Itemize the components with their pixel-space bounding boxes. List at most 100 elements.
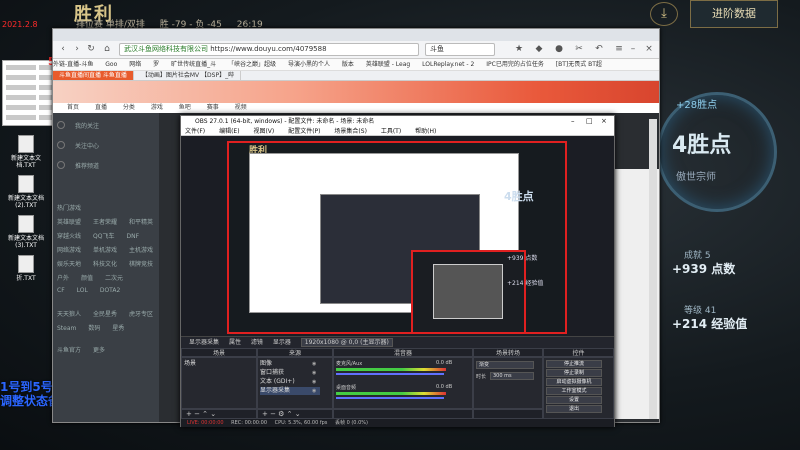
bookmark[interactable]: 旷世传统直播_斗 bbox=[171, 61, 216, 68]
browser-titlebar[interactable] bbox=[53, 29, 659, 41]
volume-slider[interactable] bbox=[336, 373, 444, 375]
mixer-row-mic[interactable]: 麦克风/Aux 0.0 dB bbox=[336, 360, 464, 380]
menu-help[interactable]: 帮助(H) bbox=[415, 128, 436, 135]
tab-bilibili[interactable]: 【动画】图片社会MV 【DSP】_哔 bbox=[136, 71, 242, 80]
nav-item[interactable]: 直播 bbox=[95, 104, 107, 111]
scenes-footer[interactable]: + − ⌃ ⌄ bbox=[181, 409, 257, 419]
tab-douyu[interactable]: 斗鱼直播间直播 斗鱼直播 bbox=[53, 71, 134, 80]
transitions-panel: 渐变 时长 300 ms bbox=[473, 357, 543, 409]
level-value: +214 经验值 bbox=[672, 317, 748, 331]
virtual-camera-button[interactable]: 启动虚拟摄像机 bbox=[546, 378, 602, 386]
transition-select[interactable]: 渐变 bbox=[476, 361, 534, 369]
menu-tools[interactable]: 工具(T) bbox=[381, 128, 401, 135]
overlay-date: 2021.2.8 bbox=[2, 20, 38, 29]
filters-button[interactable]: 滤镜 bbox=[251, 339, 263, 346]
minimize-icon[interactable]: – bbox=[627, 43, 639, 55]
bookmark[interactable]: 「峡谷之巅」超级 bbox=[228, 61, 276, 68]
mixer-footer bbox=[333, 409, 473, 419]
nested-points: 4胜点 bbox=[504, 190, 534, 203]
source-item[interactable]: 文本 (GDI+) ◉ bbox=[260, 378, 320, 386]
sidebar-item[interactable]: 热门游戏 bbox=[57, 203, 93, 212]
menu-view[interactable]: 视图(V) bbox=[253, 128, 274, 135]
sidebar-item[interactable]: 天天狼人 全民星秀 虎牙专区 bbox=[57, 309, 165, 318]
reload-icon[interactable]: ↻ bbox=[85, 43, 97, 55]
properties-button[interactable]: 属性 bbox=[229, 339, 241, 346]
scrollbar[interactable] bbox=[649, 119, 657, 419]
home-icon[interactable]: ⌂ bbox=[101, 43, 113, 55]
exit-button[interactable]: 退出 bbox=[546, 405, 602, 413]
search-box[interactable]: 斗鱼 bbox=[425, 43, 495, 56]
scene-item[interactable]: 场景 bbox=[184, 360, 244, 368]
menu-profile[interactable]: 配置文件(P) bbox=[288, 128, 320, 135]
bookmark[interactable]: LOLReplay.net - 2 bbox=[422, 61, 474, 68]
bookmark[interactable]: 外链-直播-斗鱼 bbox=[53, 61, 93, 68]
preview-source-frame[interactable]: 胜利 4胜点 +939 点数 +214 经验值 bbox=[227, 141, 567, 334]
nav-item[interactable]: 视频 bbox=[235, 104, 247, 111]
close-icon[interactable]: × bbox=[601, 116, 607, 127]
nav-item[interactable]: 赛事 bbox=[207, 104, 219, 111]
source-item[interactable]: 显示器采集 ◉ bbox=[260, 387, 320, 395]
close-icon[interactable]: × bbox=[643, 43, 655, 55]
sidebar-item[interactable]: CF LOL DOTA2 bbox=[57, 287, 132, 294]
stop-recording-button[interactable]: 停止录制 bbox=[546, 369, 602, 377]
sidebar-item[interactable]: 斗鱼官方 更多 bbox=[57, 345, 117, 354]
menu-file[interactable]: 文件(F) bbox=[185, 128, 205, 135]
menu-icon[interactable]: ≡ bbox=[613, 43, 625, 55]
obs-menubar: 文件(F) 编辑(E) 视图(V) 配置文件(P) 场景集合(S) 工具(T) … bbox=[181, 127, 614, 136]
display-select[interactable]: 1920x1080 @ 0,0 (主显示器) bbox=[300, 338, 393, 347]
bookmark[interactable]: 英雄联盟 - Leag bbox=[366, 61, 410, 68]
menu-scene-collection[interactable]: 场景集合(S) bbox=[334, 128, 367, 135]
duration-input[interactable]: 300 ms bbox=[490, 372, 534, 380]
source-item[interactable]: 窗口捕获 ◉ bbox=[260, 369, 320, 377]
desktop-file-icon[interactable]: 新建文本文档.TXT bbox=[4, 135, 48, 169]
nested-browser bbox=[249, 153, 526, 332]
bookmark[interactable]: 网络 bbox=[129, 61, 141, 68]
minimize-icon[interactable]: – bbox=[571, 116, 575, 127]
nav-item[interactable]: 首页 bbox=[67, 104, 79, 111]
desktop-file-icon[interactable]: 新建文本文档(3).TXT bbox=[4, 215, 48, 249]
obs-window[interactable]: OBS 27.0.1 (64-bit, windows) - 配置文件: 未命名… bbox=[180, 115, 615, 427]
desktop-file-icon[interactable]: 新建文本文档(2).TXT bbox=[4, 175, 48, 209]
bookmark[interactable]: IPC已用完的占位任务 bbox=[486, 61, 544, 68]
bookmark[interactable]: 罗 bbox=[153, 61, 159, 68]
settings-button[interactable]: 设置 bbox=[546, 396, 602, 404]
nav-item[interactable]: 游戏 bbox=[151, 104, 163, 111]
obs-titlebar[interactable]: OBS 27.0.1 (64-bit, windows) - 配置文件: 未命名… bbox=[181, 116, 614, 127]
mixer-row-desktop[interactable]: 桌面音频 0.0 dB bbox=[336, 384, 464, 404]
extension-icon[interactable]: ✂ bbox=[573, 43, 585, 55]
forward-icon[interactable]: › bbox=[71, 43, 83, 55]
advanced-stats-button[interactable]: 进阶数据 bbox=[690, 0, 778, 28]
stop-streaming-button[interactable]: 停止推流 bbox=[546, 360, 602, 368]
bookmark[interactable]: 版本 bbox=[342, 61, 354, 68]
volume-slider[interactable] bbox=[336, 397, 444, 399]
sidebar-item[interactable]: Steam 数码 星秀 bbox=[57, 323, 136, 332]
back-icon[interactable]: ‹ bbox=[57, 43, 69, 55]
obs-preview[interactable]: 胜利 4胜点 +939 点数 +214 经验值 bbox=[181, 136, 614, 336]
undo-icon[interactable]: ↶ bbox=[593, 43, 605, 55]
address-bar[interactable]: 武汉斗鱼网络科技有限公司 https://www.douyu.com/40795… bbox=[119, 43, 419, 56]
bookmark[interactable]: Goo bbox=[105, 61, 117, 68]
sources-footer[interactable]: + − ⚙ ⌃ ⌄ bbox=[257, 409, 333, 419]
sidebar-item[interactable]: 英雄联盟 王者荣耀 和平精英 bbox=[57, 217, 165, 226]
sidebar-item[interactable]: 我的关注 bbox=[75, 121, 111, 130]
extension-icon[interactable]: ★ bbox=[513, 43, 525, 55]
extension-icon[interactable]: ◆ bbox=[533, 43, 545, 55]
sidebar-item[interactable]: 网络游戏 单机游戏 主机游戏 bbox=[57, 245, 165, 254]
desktop-file-icon[interactable]: 折.TXT bbox=[4, 255, 48, 282]
sidebar-item[interactable]: 娱乐天地 科技文化 棋牌竞技 bbox=[57, 259, 165, 268]
sidebar-item[interactable]: 户外 颜值 二次元 bbox=[57, 273, 135, 282]
bookmark[interactable]: [BT]无畏式 BT超 bbox=[556, 61, 602, 68]
download-icon[interactable]: ⤓ bbox=[650, 2, 678, 26]
nav-item[interactable]: 分类 bbox=[123, 104, 135, 111]
menu-edit[interactable]: 编辑(E) bbox=[219, 128, 239, 135]
nav-item[interactable]: 鱼吧 bbox=[179, 104, 191, 111]
bookmark[interactable]: 导演小黑的个人 bbox=[288, 61, 330, 68]
maximize-icon[interactable]: □ bbox=[586, 116, 593, 127]
sidebar-item[interactable]: 穿越火线 QQ飞车 DNF bbox=[57, 231, 151, 240]
studio-mode-button[interactable]: 工作室模式 bbox=[546, 387, 602, 395]
sidebar-item[interactable]: 推荐频道 bbox=[75, 161, 111, 170]
douyu-sidebar: 我的关注 关注中心 推荐频道 热门游戏 英雄联盟 王者荣耀 和平精英 穿越火线 QQ飞… bbox=[53, 113, 159, 422]
sidebar-item[interactable]: 关注中心 bbox=[75, 141, 111, 150]
source-item[interactable]: 图像 ◉ bbox=[260, 360, 320, 368]
extension-icon[interactable]: ● bbox=[553, 43, 565, 55]
